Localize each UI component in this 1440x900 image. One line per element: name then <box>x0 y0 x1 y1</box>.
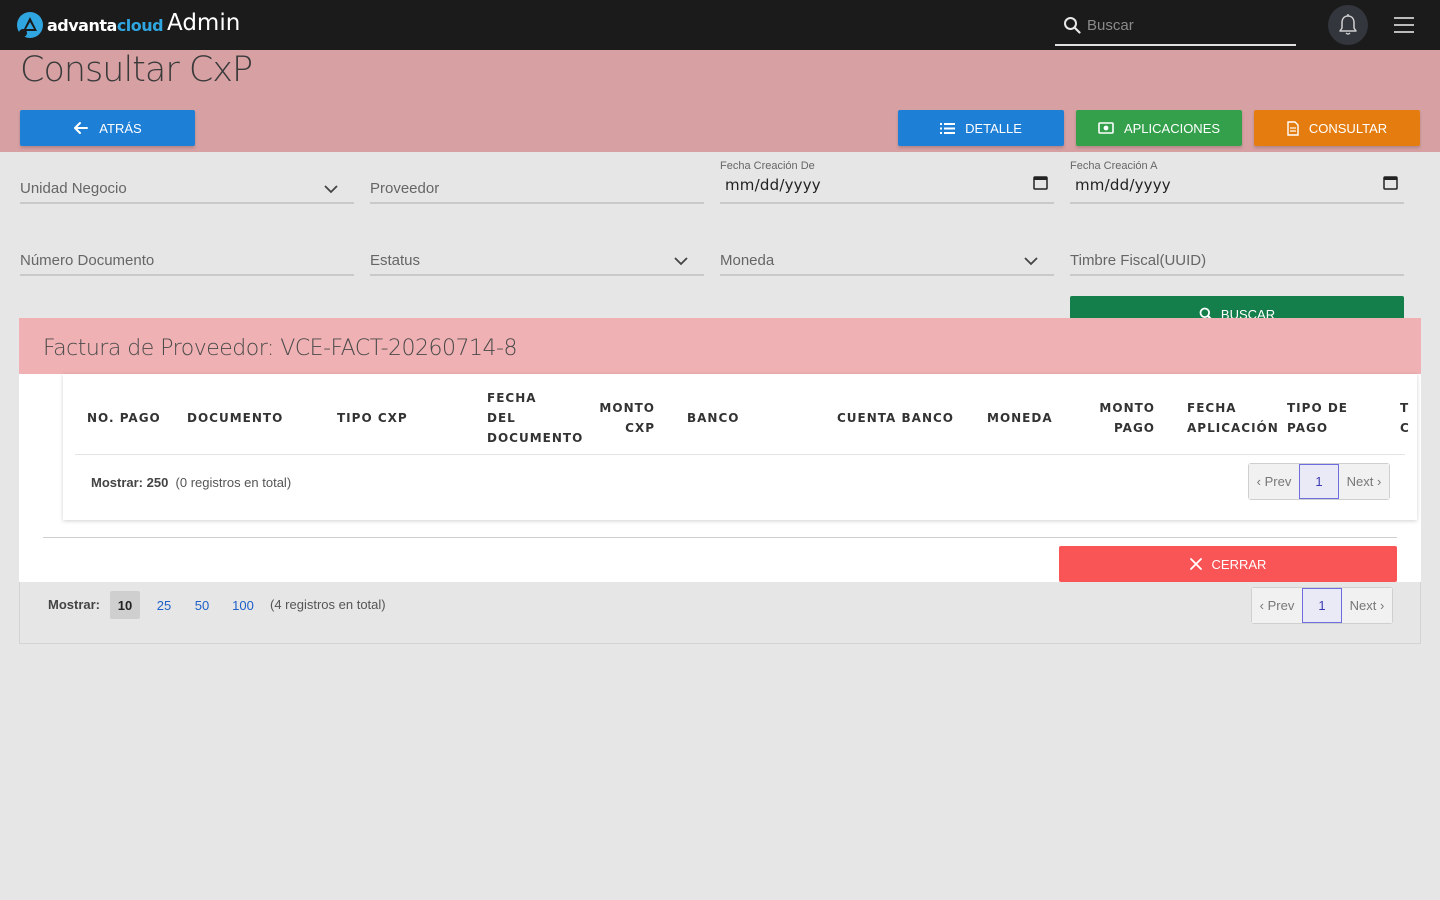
aplicaciones-button-label: APLICACIONES <box>1123 120 1221 136</box>
unidad-negocio-label: Unidad Negocio <box>20 180 127 197</box>
proveedor-field[interactable]: Proveedor <box>370 174 704 204</box>
col-monto-pago-line1: MONTO <box>1099 401 1155 415</box>
top-navbar: advantacloud Admin <box>0 0 1440 50</box>
estatus-select[interactable]: Estatus <box>370 246 704 276</box>
detalle-button[interactable]: DETALLE <box>898 110 1064 146</box>
col-tipo-pago-line1: TIPO DE <box>1287 401 1348 415</box>
close-button[interactable]: CERRAR <box>1059 546 1397 582</box>
unidad-negocio-select[interactable]: Unidad Negocio <box>20 174 354 204</box>
modal-header: Factura de Proveedor: VCE-FACT-20260714-… <box>19 318 1421 374</box>
numero-documento-field[interactable]: Número Documento <box>20 246 354 276</box>
search-icon <box>1064 17 1081 34</box>
numero-documento-label: Número Documento <box>20 252 155 269</box>
next-page-button[interactable]: Next › <box>1342 588 1392 623</box>
modal-prev-page-button[interactable]: ‹ Prev <box>1249 464 1299 499</box>
modal-footer-divider <box>43 537 1397 538</box>
modal-pagination: ‹ Prev 1 Next › <box>1248 463 1390 500</box>
total-records: (4 registros en total) <box>270 597 386 612</box>
chevron-down-icon <box>324 185 338 194</box>
col-tipo-cxp[interactable]: TIPO CXP <box>337 408 408 428</box>
col-banco[interactable]: BANCO <box>687 408 739 428</box>
col-monto-pago[interactable]: MONTO PAGO <box>1093 398 1155 438</box>
col-monto-cxp-line2: CXP <box>625 421 655 435</box>
fecha-creacion-a-input[interactable]: mm/dd/yyyy <box>1070 174 1404 204</box>
app-title: Admin <box>167 10 241 36</box>
page-size-option[interactable]: 50 <box>188 591 216 619</box>
prev-page-button[interactable]: ‹ Prev <box>1252 588 1302 623</box>
table-header-divider <box>75 454 1405 455</box>
page-title: Consultar CxP <box>20 50 253 90</box>
col-fecha-documento-line1: FECHA <box>487 391 537 405</box>
logo-text: advantacloud <box>47 15 164 35</box>
col-tipo-pago[interactable]: TIPO DE PAGO <box>1287 398 1348 438</box>
col-cuenta-banco[interactable]: CUENTA BANCO <box>837 408 954 428</box>
modal-page-size[interactable]: Mostrar: 250 <box>91 475 168 490</box>
pagos-table-card: NO. PAGO DOCUMENTO TIPO CXP FECHA DEL DO… <box>63 374 1417 520</box>
col-truncated-line2: C <box>1400 421 1410 435</box>
proveedor-label: Proveedor <box>370 180 440 197</box>
page-size-option[interactable]: 25 <box>150 591 178 619</box>
consultar-button-label: CONSULTAR <box>1308 120 1388 136</box>
fecha-creacion-de-input[interactable]: mm/dd/yyyy <box>720 174 1054 204</box>
col-fecha-aplicacion[interactable]: FECHA APLICACIÓN <box>1187 398 1279 438</box>
fecha-creacion-de-label: Fecha Creación De <box>720 160 815 172</box>
modal-total-records: (0 registros en total) <box>175 475 292 490</box>
col-documento[interactable]: DOCUMENTO <box>187 408 283 428</box>
modal-title: Factura de Proveedor: VCE-FACT-20260714-… <box>43 336 517 361</box>
current-page-button[interactable]: 1 <box>1302 588 1342 623</box>
col-fecha-documento-line3: DOCUMENTO <box>487 431 584 445</box>
col-moneda[interactable]: MONEDA <box>987 408 1053 428</box>
modal-records-info: Mostrar: 250 (0 registros en total) <box>91 475 291 490</box>
chevron-down-icon <box>674 257 688 266</box>
consultar-button[interactable]: CONSULTAR <box>1254 110 1420 146</box>
aplicaciones-button[interactable]: APLICACIONES <box>1076 110 1242 146</box>
fecha-creacion-a-value: mm/dd/yyyy <box>1075 176 1171 194</box>
col-fecha-documento[interactable]: FECHA DEL DOCUMENTO <box>487 388 583 448</box>
arrow-left-icon <box>74 122 89 134</box>
col-truncated[interactable]: T C <box>1400 398 1410 438</box>
modal-next-page-button[interactable]: Next › <box>1339 464 1389 499</box>
col-fecha-documento-line2: DEL <box>487 411 516 425</box>
fecha-creacion-a-label: Fecha Creación A <box>1070 160 1158 172</box>
col-no-pago[interactable]: NO. PAGO <box>87 408 161 428</box>
moneda-label: Moneda <box>720 252 775 269</box>
moneda-select[interactable]: Moneda <box>720 246 1054 276</box>
fecha-creacion-de-value: mm/dd/yyyy <box>725 176 821 194</box>
factura-proveedor-modal: Factura de Proveedor: VCE-FACT-20260714-… <box>19 318 1421 582</box>
money-bill-icon <box>1098 122 1114 134</box>
col-monto-pago-line2: PAGO <box>1113 421 1155 435</box>
advantacloud-logo-icon <box>17 12 43 38</box>
calendar-icon[interactable] <box>1033 175 1048 190</box>
page-size-option[interactable]: 100 <box>228 591 258 619</box>
advantacloud-logo[interactable]: advantacloud <box>16 11 164 39</box>
notifications-button[interactable] <box>1328 5 1368 45</box>
close-icon <box>1189 558 1202 570</box>
page-size-option[interactable]: 10 <box>110 591 140 619</box>
col-tipo-pago-line2: PAGO <box>1287 421 1329 435</box>
search-input[interactable] <box>1087 12 1287 38</box>
list-icon <box>940 122 956 134</box>
back-button[interactable]: ATRÁS <box>20 110 195 146</box>
timbre-fiscal-field[interactable]: Timbre Fiscal(UUID) <box>1070 246 1404 276</box>
col-monto-cxp-line1: MONTO <box>599 401 655 415</box>
bell-icon <box>1339 14 1357 35</box>
chevron-down-icon <box>1024 257 1038 266</box>
estatus-label: Estatus <box>370 252 421 269</box>
col-fecha-aplicacion-line1: FECHA <box>1187 401 1237 415</box>
calendar-icon[interactable] <box>1383 175 1398 190</box>
search-box <box>1055 6 1296 46</box>
page-size-label: Mostrar: <box>48 597 101 612</box>
results-pagination: ‹ Prev 1 Next › <box>1251 587 1393 624</box>
close-button-label: CERRAR <box>1211 556 1267 572</box>
document-icon <box>1287 120 1299 136</box>
timbre-fiscal-label: Timbre Fiscal(UUID) <box>1070 252 1207 269</box>
modal-current-page-button[interactable]: 1 <box>1299 464 1339 499</box>
back-button-label: ATRÁS <box>99 120 142 136</box>
col-monto-cxp[interactable]: MONTO CXP <box>593 398 655 438</box>
col-fecha-aplicacion-line2: APLICACIÓN <box>1187 421 1279 435</box>
detalle-button-label: DETALLE <box>965 120 1022 136</box>
menu-icon[interactable] <box>1394 17 1414 33</box>
col-truncated-line1: T <box>1400 401 1410 415</box>
